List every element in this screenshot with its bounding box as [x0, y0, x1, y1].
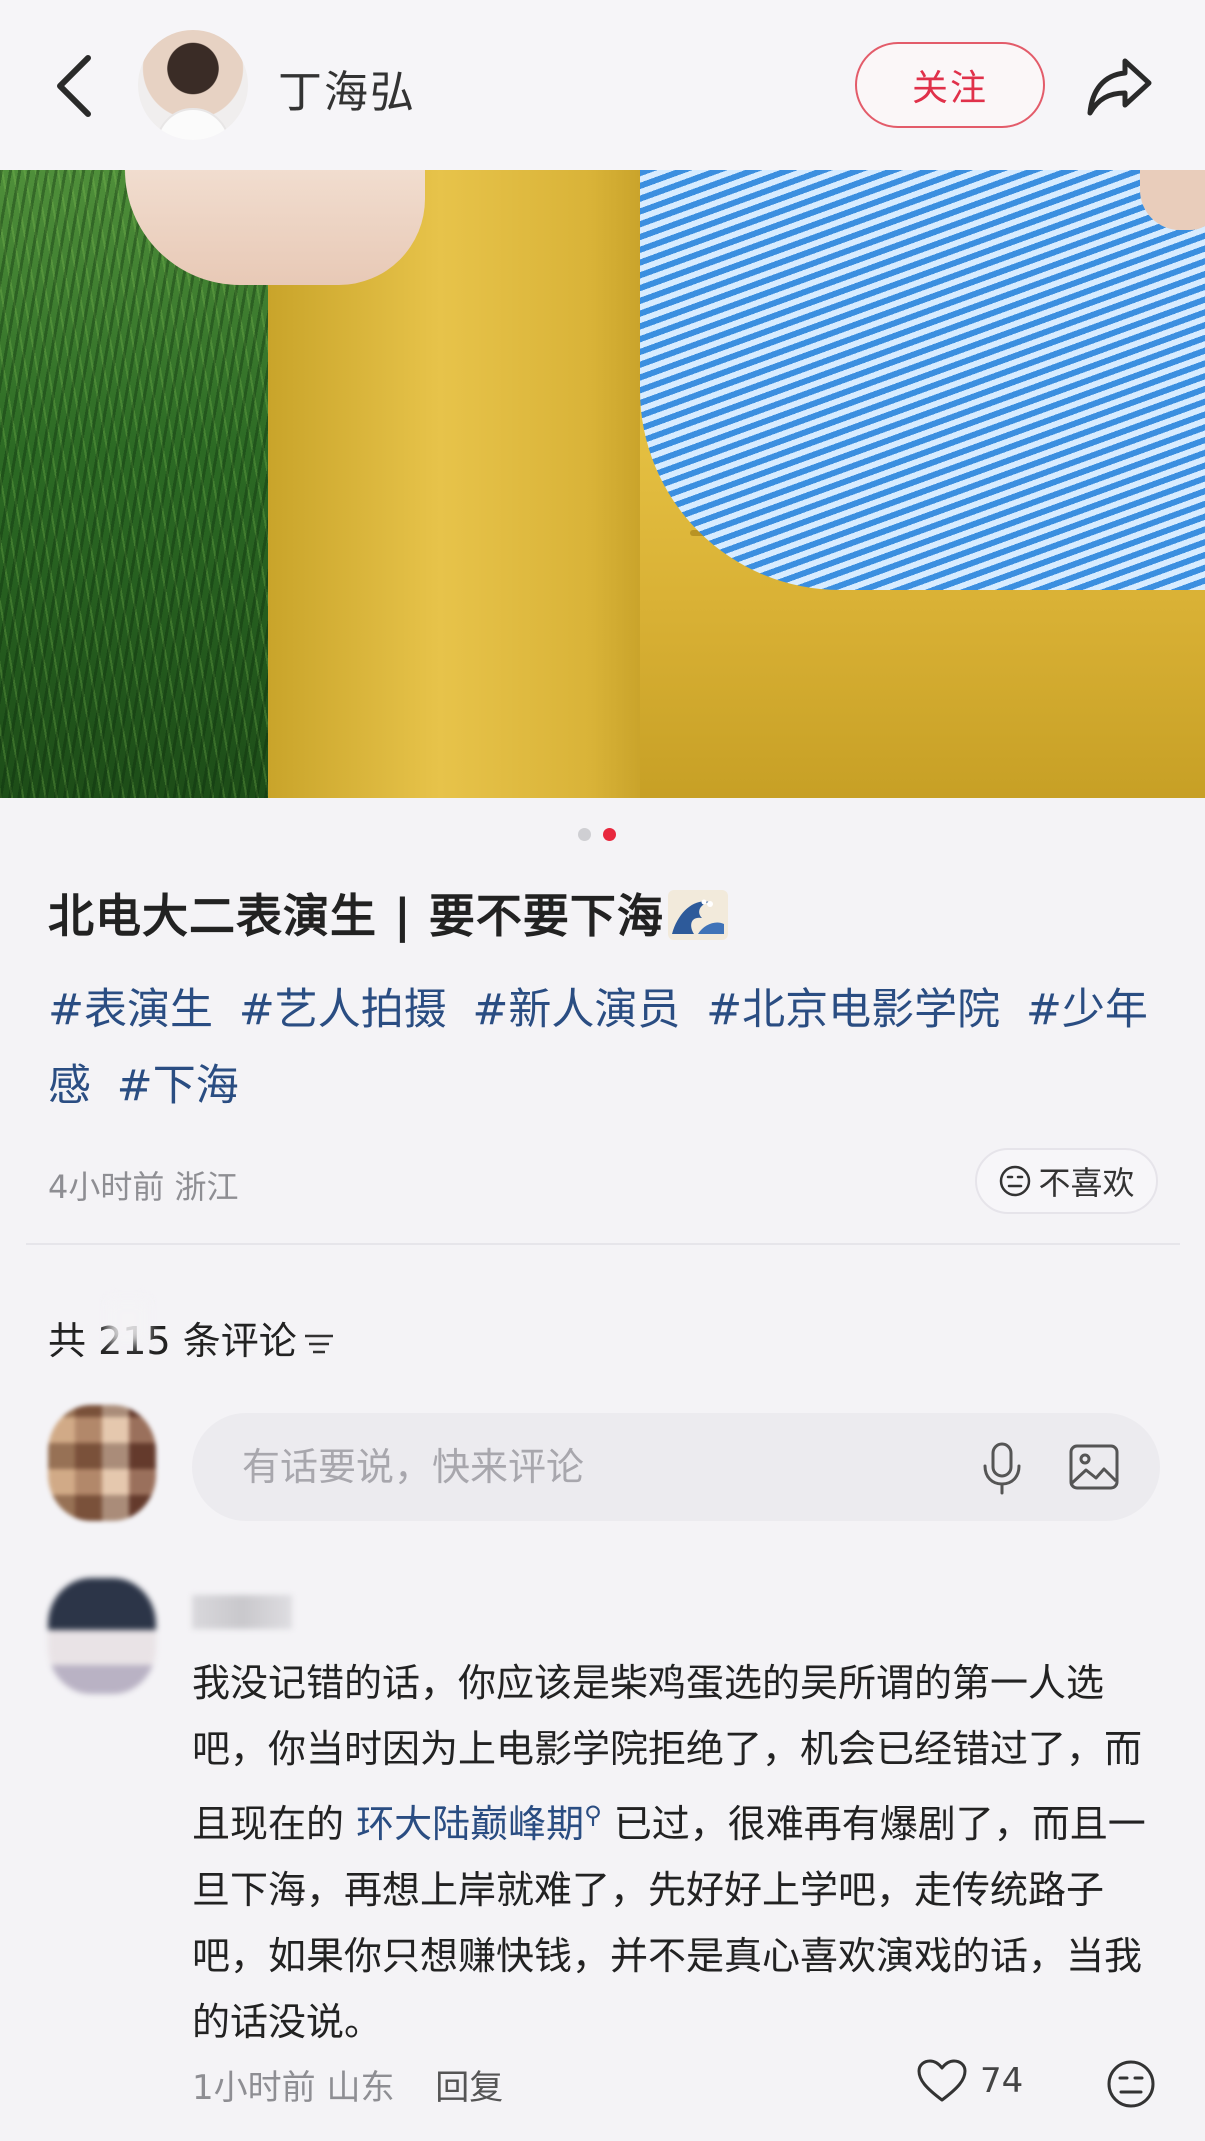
- divider: [26, 1243, 1180, 1245]
- hashtag[interactable]: #北京电影学院: [706, 985, 1000, 1035]
- back-arrow-icon[interactable]: [50, 52, 96, 120]
- post-image-carousel[interactable]: [0, 170, 1205, 798]
- share-icon[interactable]: [1085, 55, 1155, 117]
- sort-icon[interactable]: [303, 1332, 337, 1356]
- reply-button[interactable]: 回复: [435, 2068, 503, 2108]
- dislike-face-icon[interactable]: [1105, 2058, 1157, 2110]
- carousel-dot[interactable]: [578, 828, 591, 841]
- post-location: 浙江: [174, 1168, 239, 1206]
- dislike-button[interactable]: 不喜欢: [975, 1148, 1158, 1214]
- neutral-face-icon: [1000, 1165, 1031, 1197]
- post-meta: 4小时前 浙江: [48, 1162, 239, 1208]
- commenter-avatar[interactable]: [48, 1578, 156, 1694]
- hashtag[interactable]: #表演生: [48, 985, 213, 1035]
- top-bar: 丁海弘 关注: [0, 0, 1205, 170]
- comment-location: 山东: [326, 2068, 395, 2108]
- author-name[interactable]: 丁海弘: [278, 56, 416, 120]
- striped-shirt: [640, 170, 1205, 590]
- like-button[interactable]: 74: [916, 2058, 1023, 2104]
- like-count: 74: [980, 2061, 1024, 2101]
- post-time: 4小时前: [48, 1168, 165, 1206]
- my-avatar: [48, 1405, 156, 1521]
- wave-emoji-icon: [667, 890, 728, 940]
- heart-icon: [917, 2059, 967, 2102]
- commenter-name-blurred[interactable]: [192, 1595, 292, 1629]
- comment-meta: 1小时前 山东 回复: [192, 2060, 503, 2109]
- comment-input[interactable]: [242, 1413, 942, 1521]
- hashtag[interactable]: #艺人拍摄: [239, 985, 447, 1035]
- carousel-dot-active[interactable]: [603, 828, 616, 841]
- comment-text: 我没记错的话，你应该是柴鸡蛋选的吴所谓的第一人选吧，你当时因为上电影学院拒绝了，…: [192, 1661, 1146, 2044]
- search-keyword-link[interactable]: 环大陆巅峰期⚲: [356, 1801, 602, 1846]
- hashtag-list: #表演生 #艺人拍摄 #新人演员 #北京电影学院 #少年感 #下海: [48, 972, 1178, 1124]
- follow-button[interactable]: 关注: [855, 42, 1045, 128]
- hashtag[interactable]: #新人演员: [472, 985, 680, 1035]
- comment-input-box[interactable]: [192, 1413, 1160, 1521]
- post-title: 北电大二表演生 | 要不要下海: [48, 880, 728, 946]
- author-avatar[interactable]: [138, 30, 248, 140]
- microphone-icon[interactable]: [978, 1441, 1026, 1495]
- hashtag[interactable]: #下海: [117, 1061, 239, 1111]
- carousel-indicator: [578, 828, 616, 841]
- comment-count: 共 215 条评论: [48, 1310, 337, 1365]
- image-icon[interactable]: [1068, 1443, 1120, 1491]
- comment-time: 1小时前: [192, 2068, 316, 2108]
- search-icon: ⚲: [584, 1801, 602, 1829]
- dislike-label: 不喜欢: [1038, 1164, 1135, 1202]
